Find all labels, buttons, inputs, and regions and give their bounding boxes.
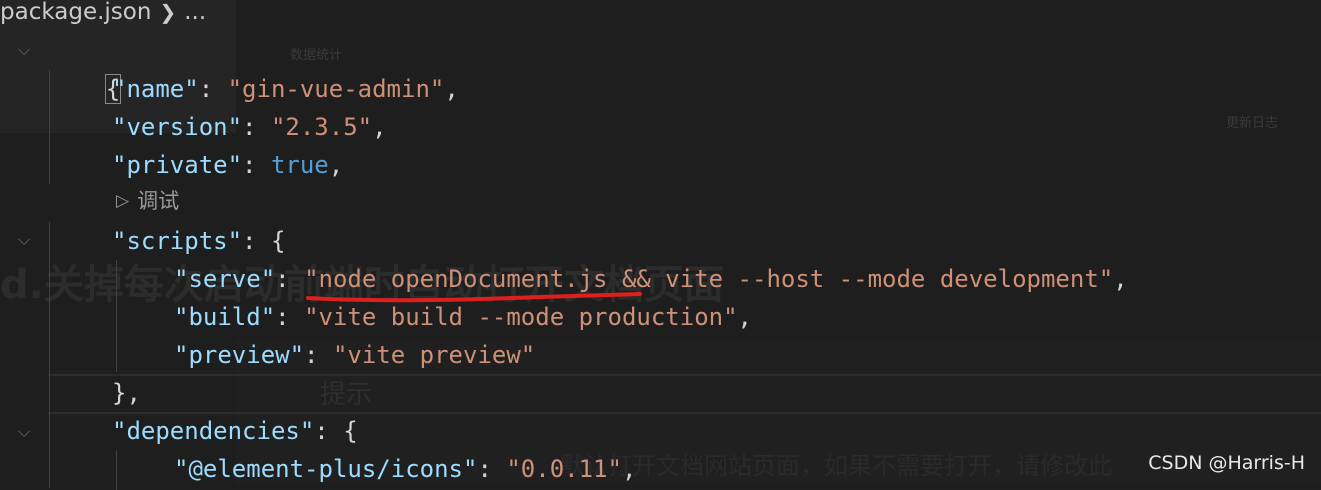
red-underline-annotation: [306, 292, 642, 303]
csdn-watermark: CSDN @Harris-H: [1148, 452, 1305, 474]
underline-stroke: [306, 292, 642, 303]
code-editor[interactable]: ⌵ ⌵ ⌵ { "name": "gin-vue-admin", "versio…: [0, 0, 1321, 490]
